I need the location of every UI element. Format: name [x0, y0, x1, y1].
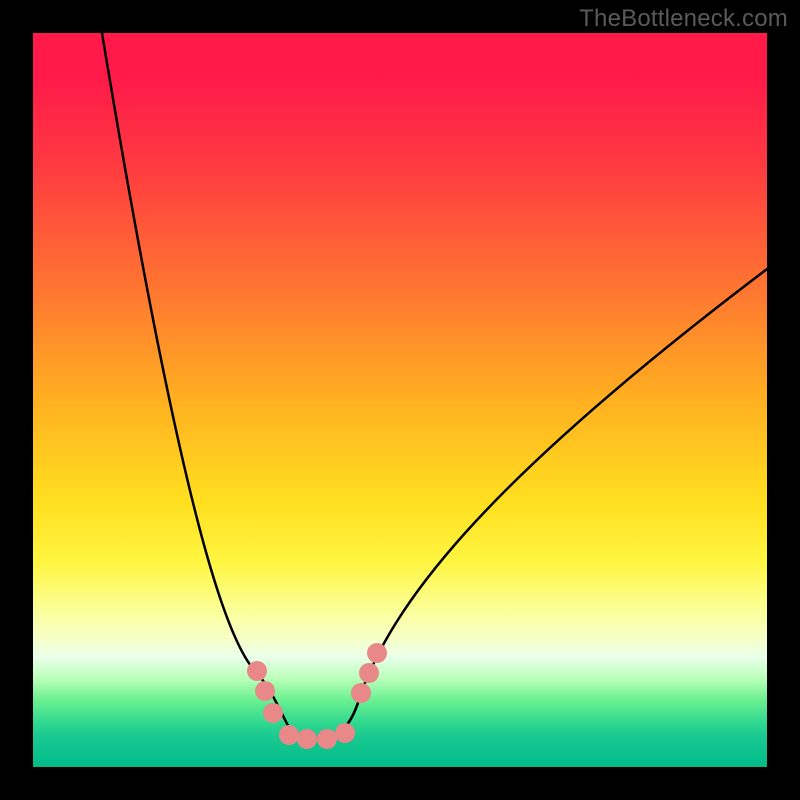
- marker-group: [247, 643, 387, 749]
- data-marker: [317, 729, 337, 749]
- data-marker: [247, 661, 267, 681]
- data-marker: [335, 723, 355, 743]
- data-marker: [279, 725, 299, 745]
- curve-layer: [33, 33, 767, 767]
- data-marker: [367, 643, 387, 663]
- bottleneck-curve: [102, 33, 767, 739]
- watermark-text: TheBottleneck.com: [579, 5, 788, 33]
- data-marker: [255, 681, 275, 701]
- data-marker: [351, 683, 371, 703]
- data-marker: [263, 703, 283, 723]
- plot-area: [33, 33, 767, 767]
- chart-frame: TheBottleneck.com: [0, 0, 800, 800]
- data-marker: [359, 663, 379, 683]
- data-marker: [297, 729, 317, 749]
